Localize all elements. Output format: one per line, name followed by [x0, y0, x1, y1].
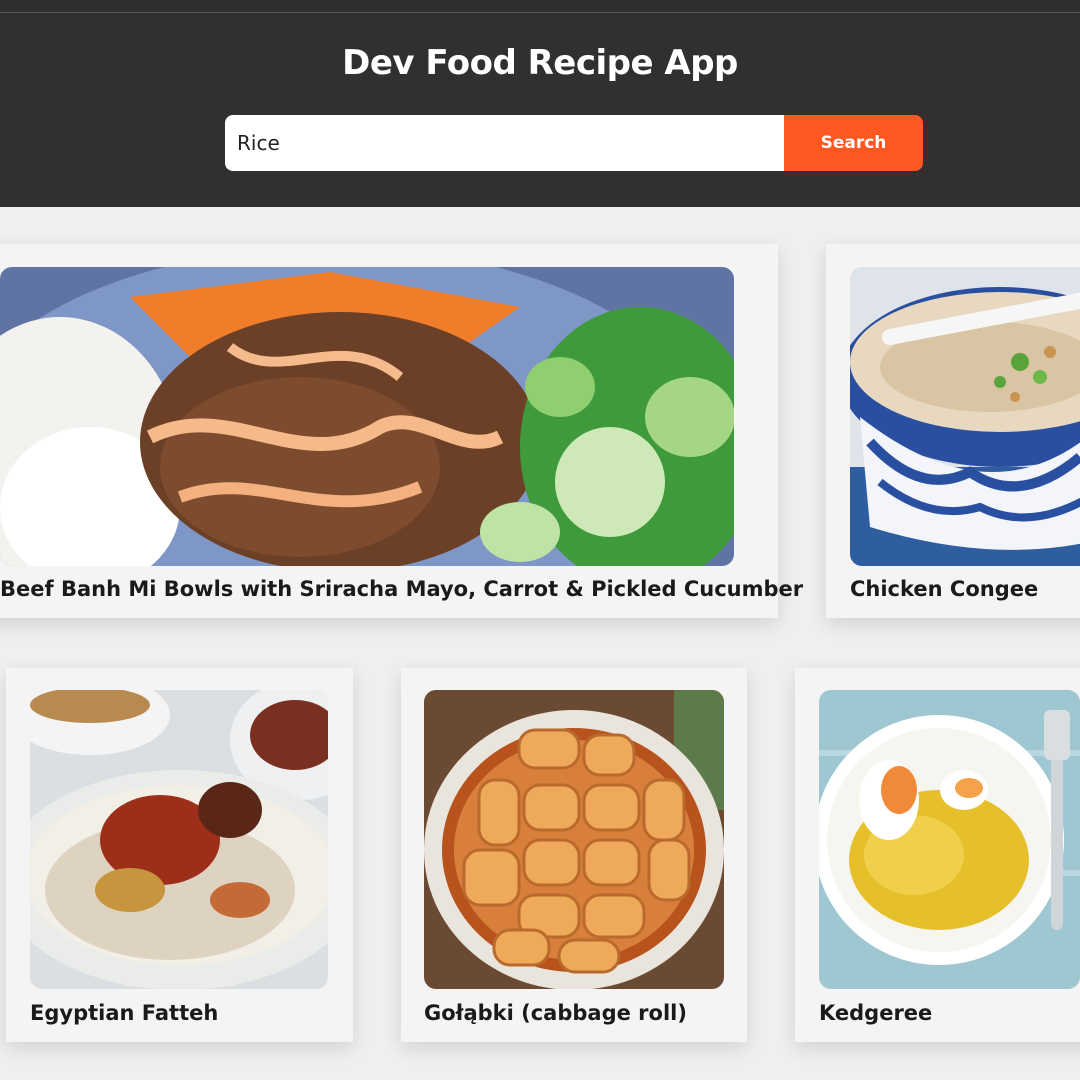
- recipe-card[interactable]: Chicken Congee: [826, 244, 1080, 618]
- recipe-card[interactable]: Kedgeree: [795, 668, 1080, 1042]
- recipe-name[interactable]: Beef Banh Mi Bowls with Sriracha Mayo, C…: [0, 577, 803, 601]
- browser-top-edge: [0, 0, 1080, 13]
- recipe-card[interactable]: Beef Banh Mi Bowls with Sriracha Mayo, C…: [0, 244, 803, 618]
- recipe-image-beef-banh-mi[interactable]: [0, 267, 734, 566]
- recipe-image-chicken-congee[interactable]: [850, 267, 1080, 566]
- recipe-name[interactable]: Gołąbki (cabbage roll): [424, 1001, 687, 1025]
- recipe-name[interactable]: Chicken Congee: [850, 577, 1038, 601]
- search-input[interactable]: [225, 115, 784, 171]
- recipe-image-golabki[interactable]: [424, 690, 724, 989]
- search-button[interactable]: Search: [784, 115, 923, 171]
- app-header: Dev Food Recipe App Search: [0, 13, 1080, 207]
- recipe-image-egyptian-fatteh[interactable]: [30, 690, 328, 989]
- recipe-card[interactable]: Egyptian Fatteh: [6, 668, 353, 1042]
- page-title: Dev Food Recipe App: [342, 43, 738, 83]
- recipe-name[interactable]: Kedgeree: [819, 1001, 932, 1025]
- recipe-name[interactable]: Egyptian Fatteh: [30, 1001, 218, 1025]
- search-bar: Search: [225, 115, 923, 171]
- recipe-image-kedgeree[interactable]: [819, 690, 1080, 989]
- recipe-card[interactable]: Gołąbki (cabbage roll): [401, 668, 747, 1042]
